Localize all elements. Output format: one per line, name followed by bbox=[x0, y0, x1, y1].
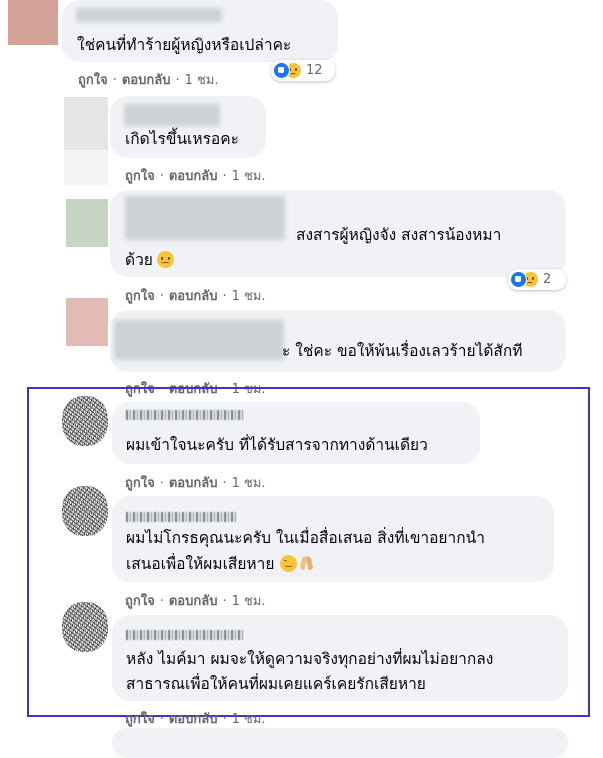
comment-text: หลัง ไมค์มา ผมจะให้ดูความจริงทุกอย่างที่… bbox=[126, 650, 494, 668]
comment-text: ใช่คนที่ทำร้ายผู้หญิงหรือเปล่าคะ bbox=[77, 36, 292, 54]
timestamp[interactable]: 1 ชม. bbox=[185, 73, 219, 88]
reaction-count: 2 bbox=[543, 272, 552, 287]
like-button[interactable]: ถูกใจ bbox=[125, 289, 155, 304]
comment-actions: ถูกใจ · ตอบกลับ · 1 ชม. bbox=[125, 712, 266, 727]
avatar[interactable] bbox=[62, 602, 108, 652]
reply-button[interactable]: ตอบกลับ bbox=[169, 289, 218, 304]
comment-text: สงสารผู้หญิงจัง สงสารน้องหมา bbox=[296, 226, 502, 244]
like-reaction-icon bbox=[510, 271, 527, 288]
pray-emoji-icon bbox=[300, 555, 314, 572]
timestamp[interactable]: 1 ชม. bbox=[232, 594, 266, 609]
reply-button[interactable]: ตอบกลับ bbox=[169, 476, 218, 491]
reply-button[interactable]: ตอบกลับ bbox=[122, 73, 171, 88]
comment-text: เกิดไรขึ้นเหรอคะ bbox=[125, 130, 239, 148]
like-button[interactable]: ถูกใจ bbox=[78, 73, 108, 88]
comment-text: ผมเข้าใจนะครับ ที่ได้รับสารจากทางด้านเดี… bbox=[126, 436, 428, 454]
reaction-count: 12 bbox=[306, 63, 323, 78]
comment-actions: ถูกใจ · ตอบกลับ · 1 ชม. bbox=[125, 594, 266, 609]
commenter-name[interactable] bbox=[126, 410, 244, 420]
comment-actions: ถูกใจ · ตอบกลับ · 1 ชม. bbox=[125, 289, 266, 304]
timestamp[interactable]: 1 ชม. bbox=[232, 169, 266, 184]
commenter-name[interactable] bbox=[114, 320, 284, 360]
avatar[interactable] bbox=[62, 396, 108, 446]
like-button[interactable]: ถูกใจ bbox=[125, 594, 155, 609]
like-button[interactable]: ถูกใจ bbox=[125, 712, 155, 727]
like-button[interactable]: ถูกใจ bbox=[125, 476, 155, 491]
sad-emoji-icon bbox=[156, 251, 174, 268]
commenter-name[interactable] bbox=[76, 8, 222, 22]
commenter-name[interactable] bbox=[125, 196, 285, 240]
like-reaction-icon bbox=[273, 62, 290, 79]
commenter-name[interactable] bbox=[126, 630, 244, 640]
reaction-summary[interactable]: 2 bbox=[508, 269, 566, 290]
smile-emoji-icon bbox=[280, 555, 298, 572]
timestamp[interactable]: 1 ชม. bbox=[232, 712, 266, 727]
comment-text-line: สาธารณเพื่อให้คนที่ผมเคยแคร์เคยรักเสียหา… bbox=[126, 675, 426, 693]
comment-text: ผมไม่โกรธคุณนะครับ ในเมื่อสื่อเสนอ สิ่งท… bbox=[126, 529, 485, 547]
commenter-name[interactable] bbox=[124, 104, 220, 126]
timestamp[interactable]: 1 ชม. bbox=[232, 476, 266, 491]
avatar[interactable] bbox=[62, 486, 108, 536]
commenter-name[interactable] bbox=[126, 512, 238, 522]
comment-text: ะ ใช่คะ ขอให้พ้นเรื่องเลวร้ายได้สักที bbox=[282, 342, 523, 360]
avatar[interactable] bbox=[66, 199, 108, 247]
comment-bubble bbox=[112, 728, 568, 758]
comment-actions: ถูกใจ · ตอบกลับ · 1 ชม. bbox=[78, 73, 219, 88]
reply-button[interactable]: ตอบกลับ bbox=[169, 169, 218, 184]
avatar[interactable] bbox=[66, 298, 108, 346]
avatar[interactable] bbox=[8, 0, 58, 45]
reply-button[interactable]: ตอบกลับ bbox=[169, 594, 218, 609]
comment-text-line: ด้วย bbox=[125, 248, 174, 273]
like-button[interactable]: ถูกใจ bbox=[125, 169, 155, 184]
timestamp[interactable]: 1 ชม. bbox=[232, 289, 266, 304]
reply-button[interactable]: ตอบกลับ bbox=[169, 712, 218, 727]
comment-text-line: เสนอเพื่อให้ผมเสียหาย bbox=[126, 552, 314, 577]
comment-actions: ถูกใจ · ตอบกลับ · 1 ชม. bbox=[125, 169, 266, 184]
reaction-summary[interactable]: 12 bbox=[271, 60, 335, 81]
comment-actions: ถูกใจ · ตอบกลับ · 1 ชม. bbox=[125, 476, 266, 491]
avatar[interactable] bbox=[64, 97, 108, 185]
